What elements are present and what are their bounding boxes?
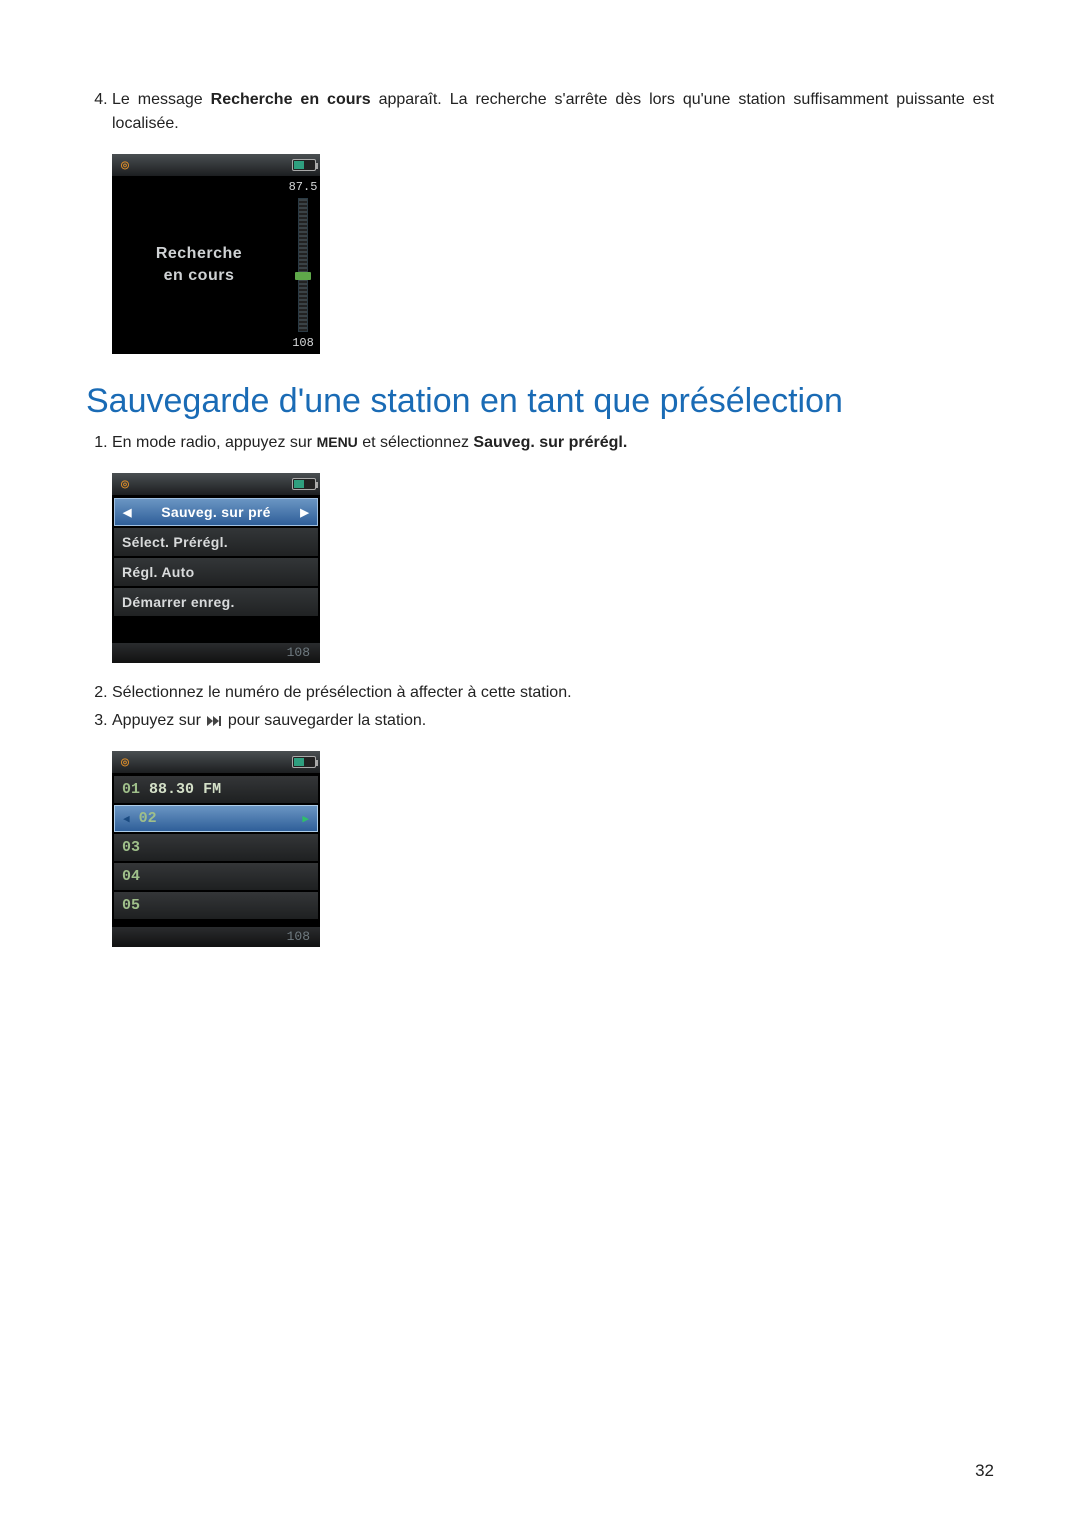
battery-icon [292, 478, 316, 490]
text: Le message [112, 91, 211, 108]
freq-top: 87.5 [289, 180, 318, 194]
preset-num: 03 [122, 839, 140, 856]
instruction-list-a: Le message Recherche en cours apparaît. … [86, 88, 994, 136]
list-item-3: Appuyez sur pour sauvegarder la station. [112, 709, 994, 733]
search-message: Recherche en cours [112, 176, 286, 354]
list-item-4: Le message Recherche en cours apparaît. … [112, 88, 994, 136]
menu-item-start-record[interactable]: Démarrer enreg. [114, 588, 318, 616]
device-screenshot-2: ◎ ◀ Sauveg. sur pré ▶ Sélect. Prérégl. R… [112, 473, 994, 663]
search-line2: en cours [164, 267, 235, 285]
lcd-screen: ◎ ◀ Sauveg. sur pré ▶ Sélect. Prérégl. R… [112, 473, 320, 663]
preset-row-02[interactable]: ◀ 02 ▶ [114, 805, 318, 832]
preset-row-03[interactable]: 03 [114, 834, 318, 861]
fast-forward-icon [207, 716, 221, 726]
radio-icon: ◎ [116, 477, 134, 491]
section-heading: Sauvegarde d'une station en tant que pré… [86, 382, 994, 421]
lcd-screen: ◎ 01 88.30 FM ◀ [112, 751, 320, 947]
search-line1: Recherche [156, 245, 242, 263]
text: En mode radio, appuyez sur [112, 434, 317, 451]
lcd-body: 01 88.30 FM ◀ 02 ▶ 03 [112, 773, 320, 927]
device-screenshot-3: ◎ 01 88.30 FM ◀ [112, 751, 994, 947]
document-page: Le message Recherche en cours apparaît. … [0, 0, 1080, 1529]
list-item-2: Sélectionnez le numéro de présélection à… [112, 681, 994, 705]
lcd-body: Recherche en cours 87.5 108 [112, 176, 320, 354]
bold-text: Sauveg. sur prérégl. [473, 434, 627, 451]
preset-list: 01 88.30 FM ◀ 02 ▶ 03 [112, 773, 320, 927]
instruction-list-b2: Sélectionnez le numéro de présélection à… [86, 681, 994, 733]
preset-row-05[interactable]: 05 [114, 892, 318, 919]
triangle-right-icon: ▶ [302, 812, 309, 826]
lcd-screen: ◎ Recherche en cours 87.5 108 [112, 154, 320, 354]
battery-icon [292, 159, 316, 171]
menu-item-select-preset[interactable]: Sélect. Prérégl. [114, 528, 318, 556]
device-screenshot-1: ◎ Recherche en cours 87.5 108 [112, 154, 994, 354]
radio-icon: ◎ [116, 755, 134, 769]
frequency-scale: 87.5 108 [286, 176, 320, 354]
preset-num: 05 [122, 897, 140, 914]
lcd-status-bar: ◎ [112, 751, 320, 773]
freq-marker [295, 272, 311, 280]
radio-icon: ◎ [116, 158, 134, 172]
lcd-body: ◀ Sauveg. sur pré ▶ Sélect. Prérégl. Rég… [112, 495, 320, 643]
text: Sélectionnez le numéro de présélection à… [112, 684, 572, 701]
menu-keyword: MENU [317, 434, 358, 450]
preset-text: 01 88.30 FM [122, 781, 221, 798]
menu-label: Sauveg. sur pré [161, 504, 271, 520]
battery-icon [292, 756, 316, 768]
lcd-status-bar: ◎ [112, 154, 320, 176]
preset-row-01[interactable]: 01 88.30 FM [114, 776, 318, 803]
lcd-footer: 108 [112, 643, 320, 663]
triangle-right-icon: ▶ [300, 506, 309, 519]
lcd-footer: 108 [112, 927, 320, 947]
instruction-list-b1: En mode radio, appuyez sur MENU et sélec… [86, 431, 994, 455]
triangle-left-icon: ◀ [123, 814, 130, 826]
lcd-status-bar: ◎ [112, 473, 320, 495]
menu-label: Démarrer enreg. [122, 594, 235, 610]
text: Appuyez sur [112, 712, 205, 729]
preset-text: ◀ 02 [123, 810, 157, 827]
menu-list: ◀ Sauveg. sur pré ▶ Sélect. Prérégl. Rég… [112, 495, 320, 643]
bold-text: Recherche en cours [211, 91, 371, 108]
preset-row-04[interactable]: 04 [114, 863, 318, 890]
freq-track [298, 198, 308, 332]
menu-item-save-preset[interactable]: ◀ Sauveg. sur pré ▶ [114, 498, 318, 526]
preset-num: 04 [122, 868, 140, 885]
list-item-1: En mode radio, appuyez sur MENU et sélec… [112, 431, 994, 455]
text: pour sauvegarder la station. [223, 712, 426, 729]
freq-bottom: 108 [292, 336, 314, 350]
menu-label: Sélect. Prérégl. [122, 534, 228, 550]
triangle-left-icon: ◀ [123, 506, 132, 519]
page-number: 32 [975, 1461, 994, 1481]
menu-label: Régl. Auto [122, 564, 194, 580]
text: et sélectionnez [358, 434, 474, 451]
menu-item-auto-tune[interactable]: Régl. Auto [114, 558, 318, 586]
